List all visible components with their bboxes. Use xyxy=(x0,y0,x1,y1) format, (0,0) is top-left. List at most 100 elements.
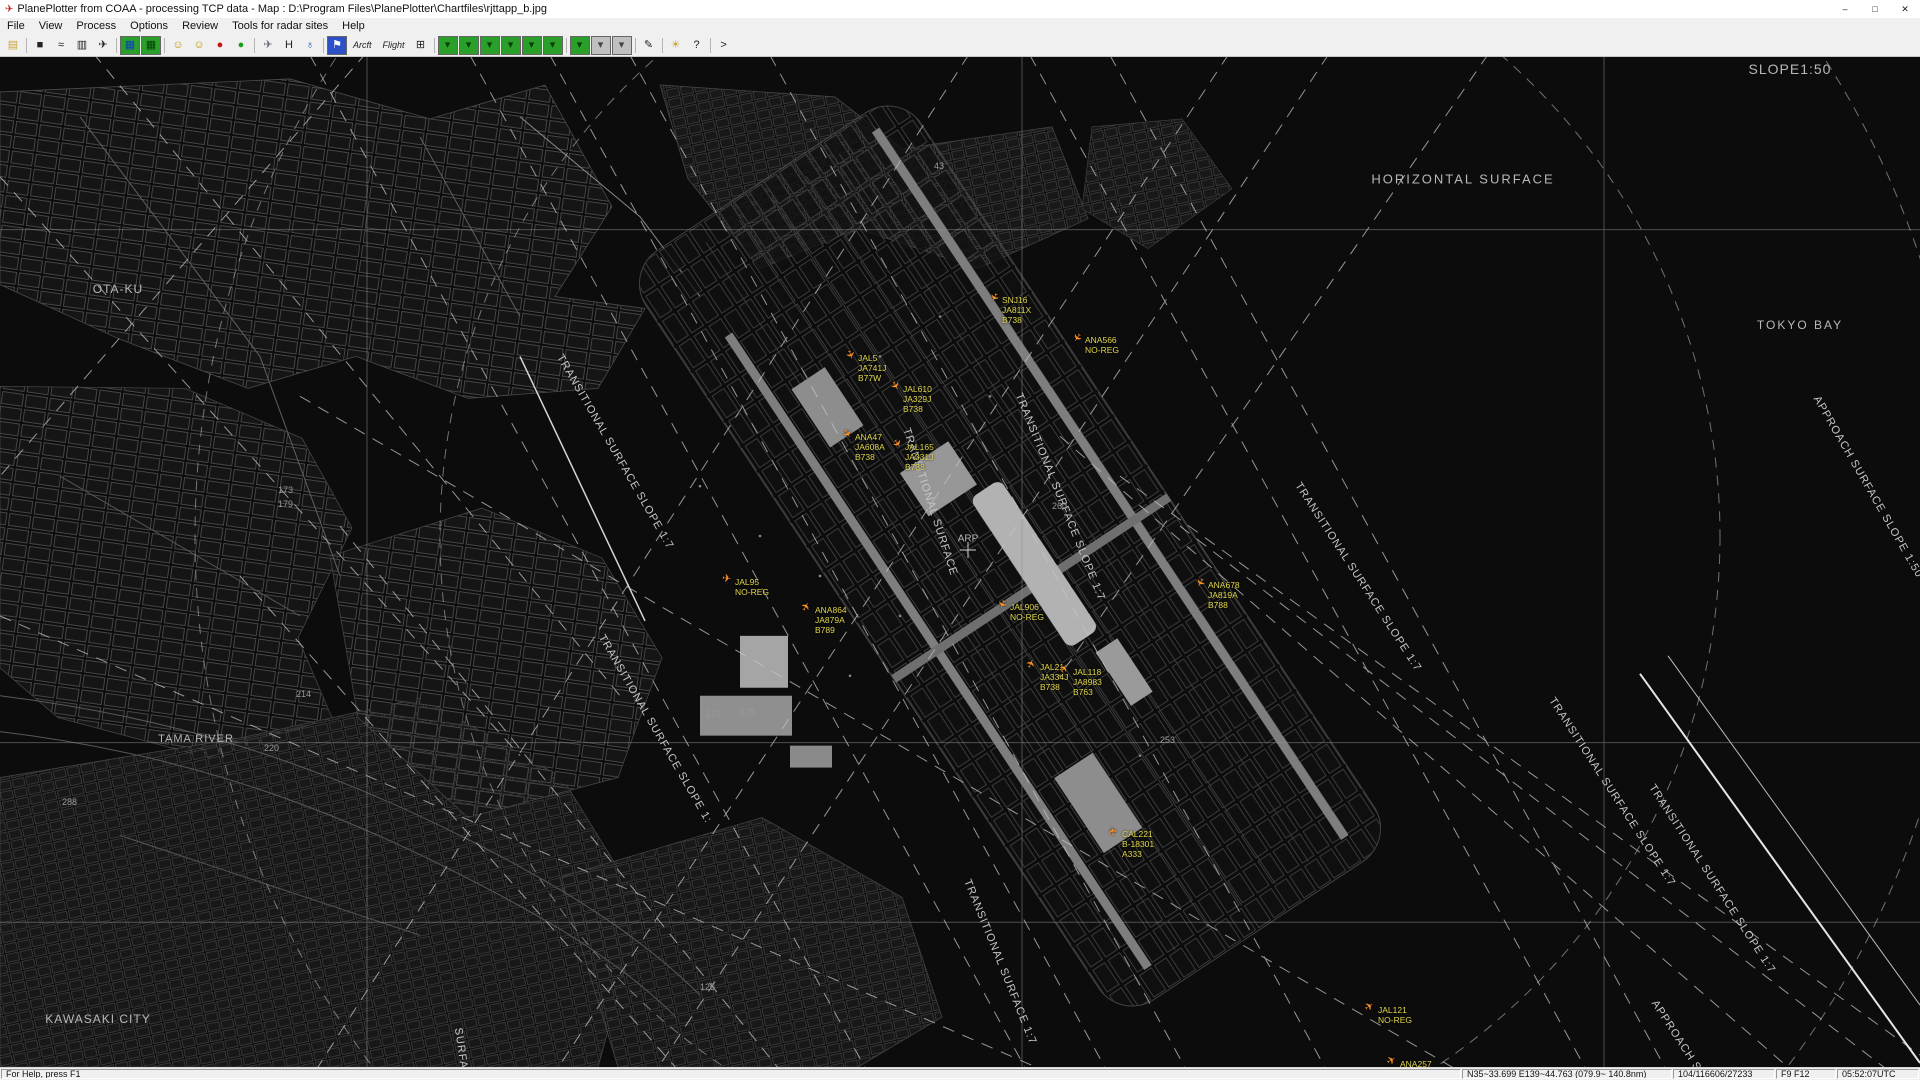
aircraft-label-line: SNJ16 xyxy=(1002,295,1031,305)
menu-item-tools-for-radar-sites[interactable]: Tools for radar sites xyxy=(225,18,335,34)
aircraft-label-line: JA811X xyxy=(1002,305,1031,315)
arcft-text-button[interactable]: Arcft xyxy=(348,36,377,55)
preset-2-button[interactable]: ▾ xyxy=(459,36,479,55)
title-bar: ✈ PlanePlotter from COAA - processing TC… xyxy=(0,0,1920,18)
toolbar-separator xyxy=(254,38,255,53)
approach-chart[interactable] xyxy=(0,57,1920,1067)
aircraft-label-line: NO-REG xyxy=(735,587,769,597)
status-utc-time: 05:52:07UTC xyxy=(1837,1069,1919,1079)
aircraft-tag-jal121[interactable]: ✈JAL121NO-REG xyxy=(1378,1005,1412,1025)
toolbar-separator xyxy=(323,38,324,53)
signal-button[interactable]: ≈ xyxy=(51,36,71,55)
aircraft-label-line: JAL610 xyxy=(903,384,932,394)
flag-button[interactable]: ⚑ xyxy=(327,36,347,55)
aircraft-tag-jal906[interactable]: ✈JAL906NO-REG xyxy=(1010,602,1044,622)
flight-text-button[interactable]: Flight xyxy=(378,36,410,55)
toolbar-separator xyxy=(434,38,435,53)
smiley-a-button[interactable]: ☺ xyxy=(168,36,188,55)
menu-item-help[interactable]: Help xyxy=(335,18,372,34)
hold-button[interactable]: H xyxy=(279,36,299,55)
aircraft-label-line: JA329J xyxy=(903,394,932,404)
aircraft-tag-cal221[interactable]: ✈CAL221B-18301A333 xyxy=(1122,829,1154,859)
aircraft-label-line: ANA678 xyxy=(1208,580,1240,590)
tip-button[interactable]: ☀ xyxy=(666,36,686,55)
aircraft-label-line: B77W xyxy=(858,373,886,383)
menu-item-options[interactable]: Options xyxy=(123,18,175,34)
aircraft-label-line: B738 xyxy=(1040,682,1068,692)
toolbar-separator xyxy=(662,38,663,53)
aircraft-tag-jal610[interactable]: ✈JAL610JA329JB738 xyxy=(903,384,932,414)
aircraft-label-line: ANA566 xyxy=(1085,335,1119,345)
chart-b-button[interactable]: ▦ xyxy=(141,36,161,55)
toolbar-separator xyxy=(26,38,27,53)
minimize-button[interactable]: – xyxy=(1830,0,1860,18)
preset-8-button[interactable]: ▾ xyxy=(591,36,611,55)
aircraft-label-line: B738 xyxy=(1002,315,1031,325)
aircraft-label-line: B789 xyxy=(815,625,847,635)
maximize-button[interactable]: □ xyxy=(1860,0,1890,18)
aircraft-tag-ana566[interactable]: ✈ANA566NO-REG xyxy=(1085,335,1119,355)
aircraft-label-line: ANA257 xyxy=(1400,1059,1432,1067)
aircraft-tag-jal165[interactable]: ✈JAL165JA331JB738 xyxy=(905,442,934,472)
menu-item-process[interactable]: Process xyxy=(69,18,123,34)
toolbar-separator xyxy=(635,38,636,53)
aircraft-label-line: B738 xyxy=(855,452,885,462)
aircraft-label-line: JA331J xyxy=(905,452,934,462)
map-area[interactable]: SLOPE1:50HORIZONTAL SURFACETOKYO BAYOTA-… xyxy=(0,57,1920,1067)
aircraft-tag-ana678[interactable]: ✈ANA678JA819AB788 xyxy=(1208,580,1240,610)
preset-7-button[interactable]: ▾ xyxy=(570,36,590,55)
lamp-button[interactable]: ● xyxy=(231,36,251,55)
aircraft-tag-jal118[interactable]: ✈JAL118JA8983B763 xyxy=(1073,667,1102,697)
aircraft-label-line: JA819A xyxy=(1208,590,1240,600)
aircraft-tag-snj16[interactable]: ✈SNJ16JA811XB738 xyxy=(1002,295,1031,325)
aircraft-tag-ana257[interactable]: ✈ANA257 xyxy=(1400,1059,1432,1067)
aircraft-label-line: ANA864 xyxy=(815,605,847,615)
aircraft-tag-jal5[interactable]: ✈JAL5JA741JB77W xyxy=(858,353,886,383)
more-tools-button[interactable]: > xyxy=(714,36,734,55)
aircraft-tag-ana864[interactable]: ✈ANA864JA879AB789 xyxy=(815,605,847,635)
aircraft-label-line: B738 xyxy=(903,404,932,414)
preset-9-button[interactable]: ▾ xyxy=(612,36,632,55)
aircraft-label-line: NO-REG xyxy=(1085,345,1119,355)
aircraft-label-line: JAL121 xyxy=(1378,1005,1412,1015)
app-window: ✈ PlanePlotter from COAA - processing TC… xyxy=(0,0,1920,1080)
close-button[interactable]: ✕ xyxy=(1890,0,1920,18)
menu-item-review[interactable]: Review xyxy=(175,18,225,34)
status-function-keys: F9 F12 xyxy=(1776,1069,1836,1079)
table-button[interactable]: ⊞ xyxy=(411,36,431,55)
menu-item-view[interactable]: View xyxy=(32,18,70,34)
window-title: PlanePlotter from COAA - processing TCP … xyxy=(17,3,547,15)
globe-button[interactable]: ♁ xyxy=(300,36,320,55)
status-message-counts: 104/116606/27233 xyxy=(1673,1069,1775,1079)
message-log-button[interactable]: ▥ xyxy=(72,36,92,55)
preset-5-button[interactable]: ▾ xyxy=(522,36,542,55)
stop-button[interactable]: ■ xyxy=(30,36,50,55)
aircraft-label-line: JAL165 xyxy=(905,442,934,452)
aircraft-label-line: NO-REG xyxy=(1378,1015,1412,1025)
status-bar: For Help, press F1 N35~33.699 E139~44.76… xyxy=(0,1067,1920,1080)
aircraft-label-line: A333 xyxy=(1122,849,1154,859)
preset-3-button[interactable]: ▾ xyxy=(480,36,500,55)
menu-bar: FileViewProcessOptionsReviewTools for ra… xyxy=(0,18,1920,34)
aircraft-label-line: JA741J xyxy=(858,363,886,373)
toolbar-separator xyxy=(164,38,165,53)
aircraft-list-button[interactable]: ✈ xyxy=(93,36,113,55)
aircraft-label-line: JAL906 xyxy=(1010,602,1044,612)
toolbar: ▤■≈▥✈▦▦☺☺●●✈H♁⚑ArcftFlight⊞▾▾▾▾▾▾▾▾▾✎☀?> xyxy=(0,34,1920,57)
locate-aircraft-button[interactable]: ✈ xyxy=(258,36,278,55)
preset-6-button[interactable]: ▾ xyxy=(543,36,563,55)
menu-item-file[interactable]: File xyxy=(0,18,32,34)
smiley-b-button[interactable]: ☺ xyxy=(189,36,209,55)
aircraft-tag-jal95[interactable]: ✈JAL95NO-REG xyxy=(735,577,769,597)
chart-a-button[interactable]: ▦ xyxy=(120,36,140,55)
aircraft-label-line: JA879A xyxy=(815,615,847,625)
preset-4-button[interactable]: ▾ xyxy=(501,36,521,55)
record-button[interactable]: ● xyxy=(210,36,230,55)
aircraft-tag-ana47[interactable]: ✈ANA47JA608AB738 xyxy=(855,432,885,462)
preset-1-button[interactable]: ▾ xyxy=(438,36,458,55)
aircraft-label-line: JAL118 xyxy=(1073,667,1102,677)
draw-button[interactable]: ✎ xyxy=(639,36,659,55)
aircraft-label-line: JAL5 xyxy=(858,353,886,363)
context-help-button[interactable]: ? xyxy=(687,36,707,55)
open-file-button[interactable]: ▤ xyxy=(3,36,23,55)
